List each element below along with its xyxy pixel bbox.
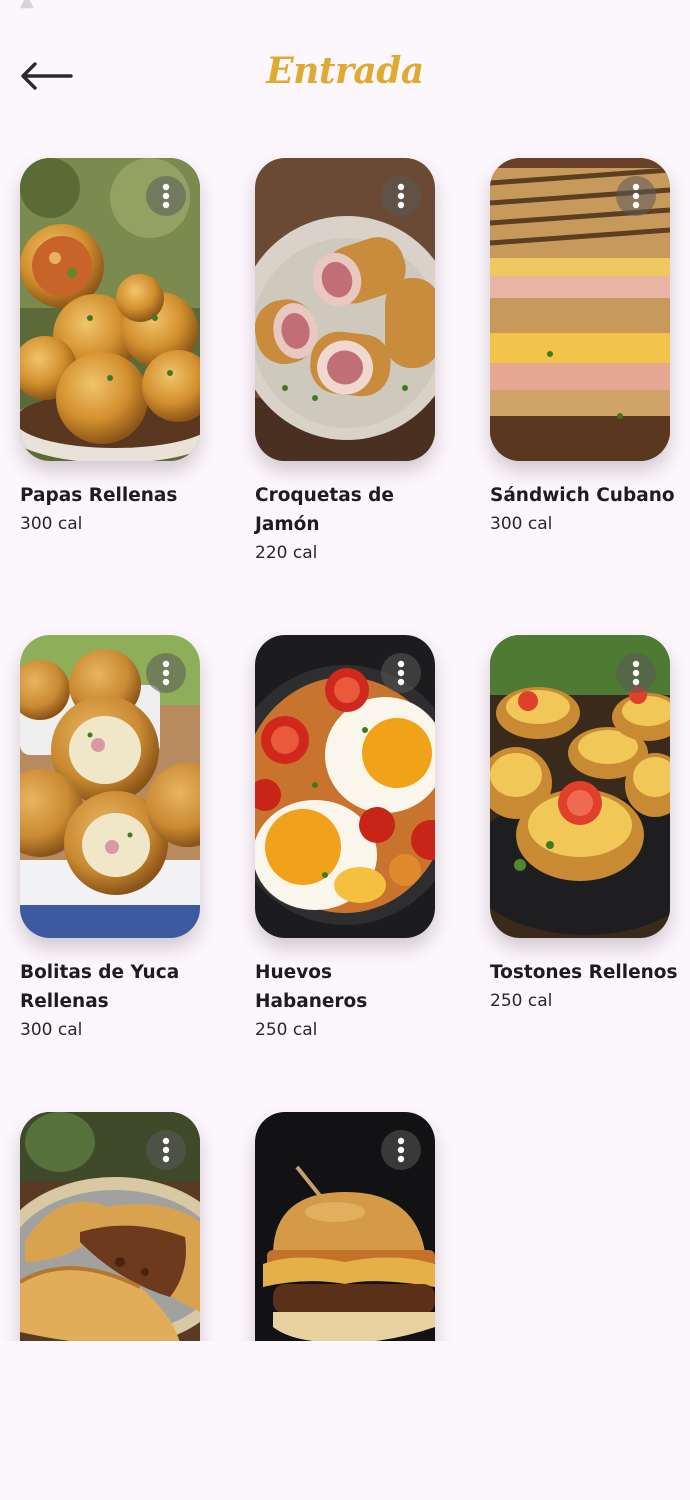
- recipe-card[interactable]: Bolitas de Yuca Rellenas 300 cal: [20, 635, 200, 1044]
- recipe-photo[interactable]: [255, 635, 435, 938]
- more-vertical-icon: [162, 660, 170, 686]
- recipe-name: Tostones Rellenos: [490, 962, 678, 983]
- recipe-calories: 250 cal: [255, 1020, 318, 1040]
- recipe-name: Croquetas de Jamón: [255, 485, 394, 535]
- more-vertical-icon: [632, 183, 640, 209]
- recipe-options-button[interactable]: [381, 176, 421, 216]
- recipe-card[interactable]: Tostones Rellenos 250 cal: [490, 635, 678, 1015]
- recipe-grid: Papas Rellenas 300 cal Croquetas de Jamó…: [0, 0, 690, 1341]
- recipe-options-button[interactable]: [146, 653, 186, 693]
- recipe-options-button[interactable]: [616, 653, 656, 693]
- more-vertical-icon: [397, 1137, 405, 1163]
- more-vertical-icon: [397, 183, 405, 209]
- recipe-name: Sándwich Cubano: [490, 485, 675, 506]
- recipe-card[interactable]: [20, 1112, 200, 1341]
- recipe-photo[interactable]: [255, 1112, 435, 1341]
- more-vertical-icon: [632, 660, 640, 686]
- recipe-photo[interactable]: [490, 635, 670, 938]
- recipe-category-screen: ▲ Entrada Papas Rellenas 300 cal Croquet…: [0, 0, 690, 1500]
- recipe-calories: 300 cal: [490, 514, 553, 534]
- recipe-card[interactable]: Croquetas de Jamón 220 cal: [255, 158, 435, 567]
- recipe-card[interactable]: Huevos Habaneros 250 cal: [255, 635, 435, 1044]
- recipe-photo[interactable]: [490, 158, 670, 461]
- more-vertical-icon: [397, 660, 405, 686]
- more-vertical-icon: [162, 183, 170, 209]
- recipe-photo[interactable]: [20, 158, 200, 461]
- recipe-calories: 220 cal: [255, 543, 318, 563]
- recipe-options-button[interactable]: [381, 653, 421, 693]
- recipe-card[interactable]: Papas Rellenas 300 cal: [20, 158, 200, 538]
- recipe-name: Huevos Habaneros: [255, 962, 368, 1012]
- recipe-options-button[interactable]: [146, 1130, 186, 1170]
- recipe-card[interactable]: [255, 1112, 435, 1341]
- recipe-options-button[interactable]: [616, 176, 656, 216]
- recipe-photo[interactable]: [20, 1112, 200, 1341]
- recipe-photo[interactable]: [20, 635, 200, 938]
- recipe-options-button[interactable]: [381, 1130, 421, 1170]
- recipe-card[interactable]: Sándwich Cubano 300 cal: [490, 158, 675, 538]
- more-vertical-icon: [162, 1137, 170, 1163]
- recipe-photo[interactable]: [255, 158, 435, 461]
- recipe-name: Papas Rellenas: [20, 485, 178, 506]
- recipe-calories: 250 cal: [490, 991, 553, 1011]
- recipe-options-button[interactable]: [146, 176, 186, 216]
- recipe-calories: 300 cal: [20, 1020, 83, 1040]
- recipe-name: Bolitas de Yuca Rellenas: [20, 962, 180, 1012]
- recipe-calories: 300 cal: [20, 514, 83, 534]
